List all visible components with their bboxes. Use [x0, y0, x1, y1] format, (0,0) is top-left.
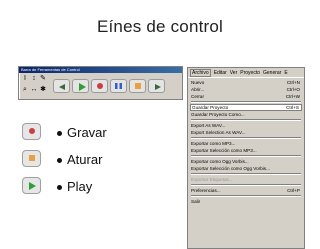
- menu-item-nuevo[interactable]: Nuevo Ctrl+N: [190, 79, 302, 86]
- menu-item-export-wav[interactable]: Export As WAV...: [190, 122, 302, 129]
- bullet: [57, 158, 62, 163]
- menu-separator: [191, 137, 301, 139]
- stop-button-sample: [22, 150, 41, 167]
- skip-to-end-icon: [155, 84, 161, 90]
- menu-separator: [191, 184, 301, 186]
- time-shift-icon[interactable]: ↔: [30, 86, 38, 94]
- multi-tool-icon[interactable]: ✱: [39, 86, 47, 94]
- draw-tool-icon[interactable]: ✎: [39, 75, 47, 83]
- menu-item-salir[interactable]: Salir: [190, 198, 302, 205]
- control-toolbar-window: Barra de Ferramentas de Control I ↕ ✎ ⌕ …: [18, 66, 183, 100]
- menu-bar: Archivo Editar Ver Proyecto Generar E: [188, 68, 304, 78]
- menu-separator: [191, 101, 301, 103]
- play-icon: [29, 182, 36, 190]
- menu-efecto[interactable]: E: [284, 70, 287, 76]
- menu-item-export-selection-ogg[interactable]: Exportar Selección como Ogg Vorbis...: [190, 165, 302, 172]
- tools-palette: I ↕ ✎ ⌕ ↔ ✱: [21, 75, 49, 99]
- record-button-sample: [22, 123, 41, 140]
- envelope-tool-icon[interactable]: ↕: [30, 75, 38, 83]
- menu-item-export-selection-wav[interactable]: Export Selection As WAV...: [190, 129, 302, 136]
- i-beam-cursor-icon[interactable]: I: [21, 75, 29, 83]
- stop-icon: [135, 83, 141, 89]
- menu-archivo[interactable]: Archivo: [190, 68, 211, 77]
- menu-separator: [191, 119, 301, 121]
- menu-ver[interactable]: Ver: [230, 70, 238, 76]
- skip-to-start-icon: [59, 84, 65, 90]
- page-title: Eínes de control: [96, 17, 224, 36]
- toolbar-titlebar: Barra de Ferramentas de Control: [19, 67, 182, 73]
- record-icon: [29, 128, 35, 134]
- menu-editar[interactable]: Editar: [214, 70, 227, 76]
- play-button[interactable]: [72, 79, 89, 93]
- menu-item-cerrar[interactable]: Cerrar Ctrl+W: [190, 93, 302, 100]
- menu-item-abrir[interactable]: Abrir... Ctrl+O: [190, 86, 302, 93]
- row-label-gravar: Gravar: [67, 125, 107, 140]
- menu-item-guardar-como[interactable]: Guardar Proyecto Como...: [190, 111, 302, 118]
- skip-to-end-button[interactable]: [148, 79, 165, 93]
- menu-item-export-labels: Exportar Etiquetas...: [191, 177, 233, 182]
- stop-button[interactable]: [129, 79, 146, 93]
- bullet: [57, 185, 62, 190]
- menu-item-export-ogg[interactable]: Exportar como Ogg Vorbis...: [190, 158, 302, 165]
- pause-icon: [115, 83, 122, 89]
- row-label-play: Play: [67, 179, 93, 194]
- play-button-sample: [22, 177, 41, 194]
- file-menu-screenshot: Archivo Editar Ver Proyecto Generar E Nu…: [187, 67, 305, 249]
- zoom-icon[interactable]: ⌕: [21, 86, 29, 94]
- record-icon: [97, 83, 103, 89]
- pause-button[interactable]: [110, 79, 127, 93]
- menu-item-preferencias[interactable]: Preferencias... Ctrl+P: [190, 187, 302, 194]
- menu-separator: [191, 155, 301, 157]
- record-button[interactable]: [91, 79, 108, 93]
- stop-icon: [29, 155, 35, 161]
- menu-separator: [191, 173, 301, 175]
- menu-generar[interactable]: Generar: [263, 70, 281, 76]
- skip-to-start-button[interactable]: [53, 79, 70, 93]
- menu-separator: [191, 195, 301, 197]
- bullet: [57, 131, 62, 136]
- menu-item-export-selection-mp3[interactable]: Exportar Selección como MP3...: [190, 147, 302, 154]
- menu-proyecto[interactable]: Proyecto: [240, 70, 260, 76]
- row-label-aturar: Aturar: [67, 152, 103, 167]
- play-icon: [79, 83, 86, 91]
- menu-item-guardar-proyecto[interactable]: Guardar Proyecto Ctrl+S: [190, 104, 302, 111]
- menu-item-export-mp3[interactable]: Exportar como MP3...: [190, 140, 302, 147]
